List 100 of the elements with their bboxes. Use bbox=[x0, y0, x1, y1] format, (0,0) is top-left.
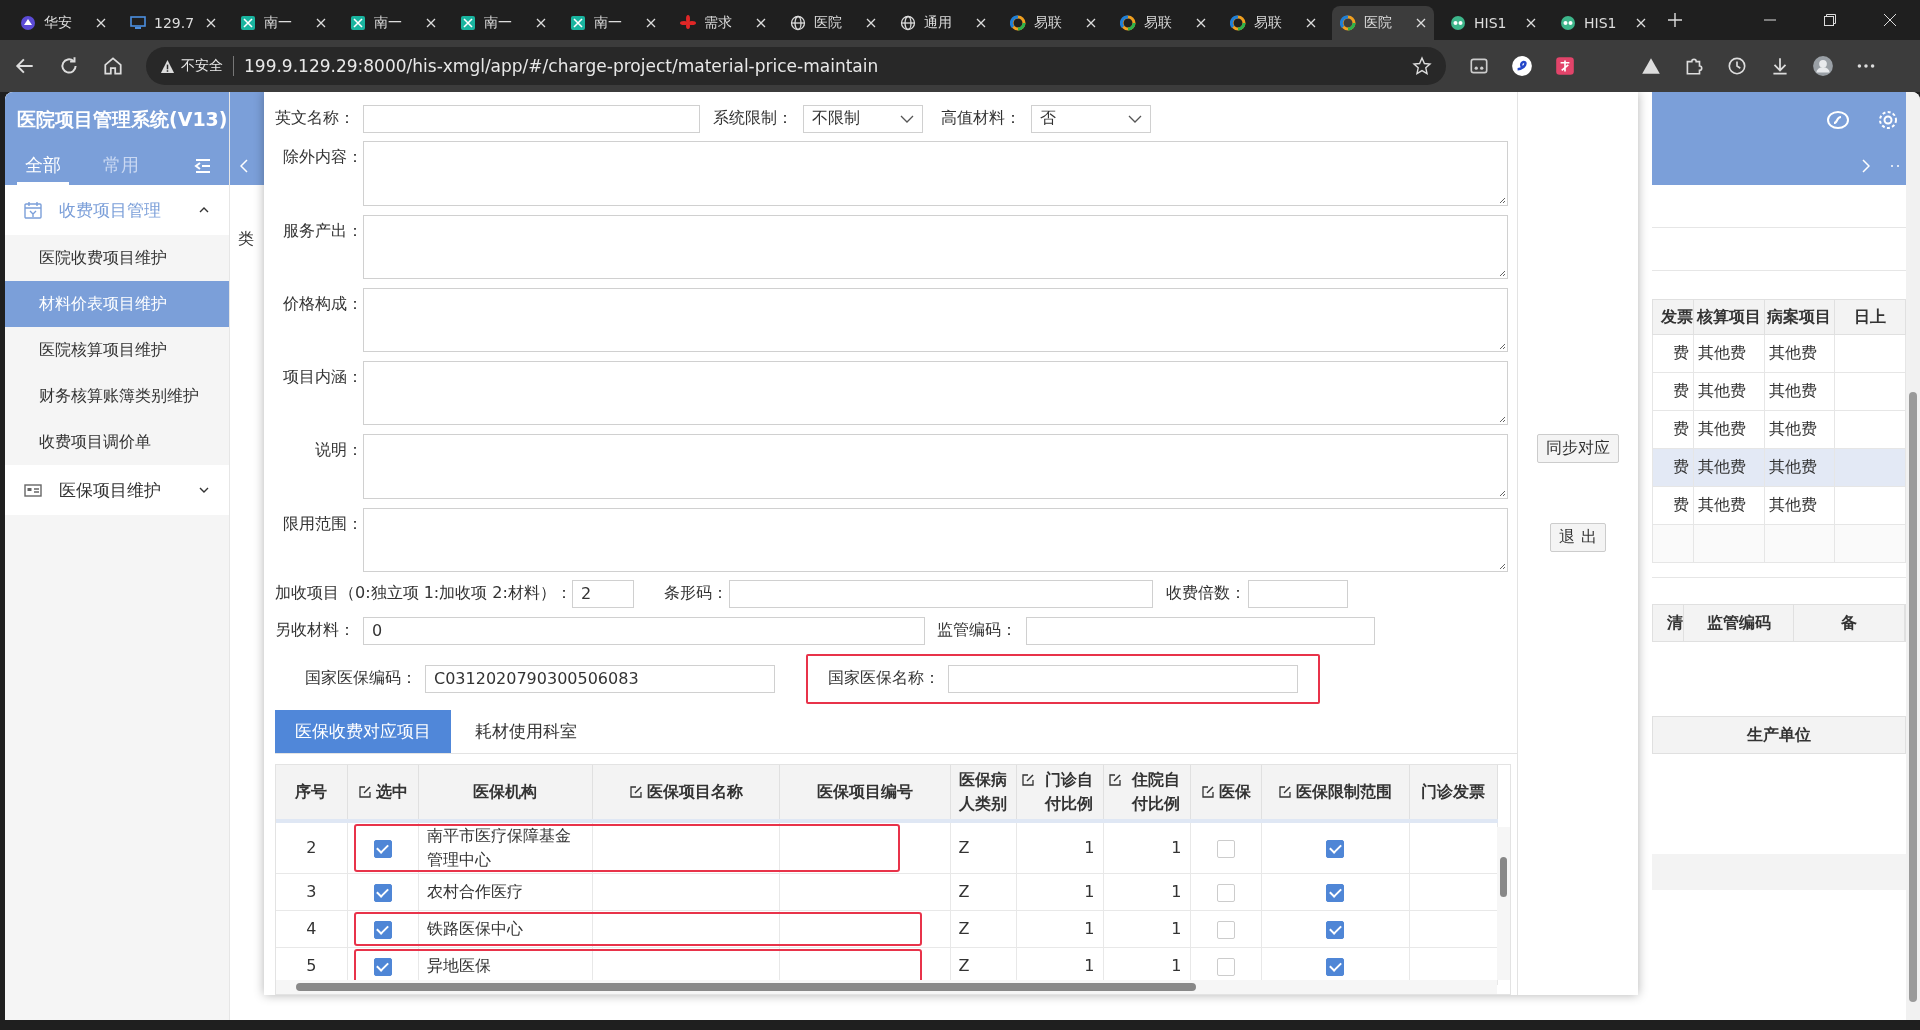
dialog-button[interactable]: 同步对应 bbox=[1537, 434, 1619, 463]
checkbox[interactable] bbox=[373, 883, 392, 902]
menu-group[interactable]: 医保项目维护 bbox=[5, 465, 229, 515]
app-icon bbox=[570, 15, 586, 31]
table-row[interactable]: 费 其他费 其他费 bbox=[1652, 334, 1906, 373]
close-icon[interactable] bbox=[206, 18, 216, 28]
close-icon[interactable] bbox=[1086, 18, 1096, 28]
translate-icon[interactable] bbox=[1554, 55, 1576, 77]
edit-icon bbox=[628, 785, 643, 799]
menu-icon[interactable] bbox=[193, 156, 213, 176]
checkbox[interactable] bbox=[373, 957, 392, 976]
tab[interactable]: 耗材使用科室 bbox=[455, 710, 597, 753]
input-field[interactable]: 0 bbox=[363, 616, 925, 645]
close-icon[interactable] bbox=[1416, 18, 1426, 28]
close-icon[interactable] bbox=[536, 18, 546, 28]
close-icon[interactable] bbox=[1196, 18, 1206, 28]
table-cell: 1 bbox=[1103, 821, 1190, 874]
input-field[interactable]: 2 bbox=[571, 579, 634, 608]
input-field[interactable] bbox=[1026, 616, 1375, 645]
column-header: 核算项目 bbox=[1693, 299, 1765, 335]
dialog-button[interactable]: 退 出 bbox=[1550, 523, 1606, 552]
browser-tab[interactable]: 医院 bbox=[782, 6, 884, 40]
avatar-icon[interactable] bbox=[1812, 55, 1834, 77]
table-row[interactable]: 费 其他费 其他费 bbox=[1652, 372, 1906, 411]
browser-tab[interactable]: 南一 bbox=[232, 6, 334, 40]
close-icon[interactable] bbox=[646, 18, 656, 28]
close-icon[interactable] bbox=[316, 18, 326, 28]
table-cell: 1 bbox=[1016, 873, 1103, 911]
security-label: 不安全 bbox=[181, 57, 223, 75]
checkbox[interactable] bbox=[1326, 883, 1344, 902]
close-icon[interactable] bbox=[1526, 18, 1536, 28]
restore-icon[interactable] bbox=[1824, 14, 1836, 26]
resize-grip-icon[interactable] bbox=[1498, 415, 1506, 424]
resize-grip-icon[interactable] bbox=[1498, 562, 1506, 570]
select-field[interactable]: 否 bbox=[1031, 104, 1151, 133]
checkbox[interactable] bbox=[1326, 957, 1344, 976]
input-field[interactable] bbox=[948, 664, 1298, 693]
tab[interactable]: 医保收费对应项目 bbox=[275, 710, 451, 753]
table-cell: 1 bbox=[1016, 910, 1103, 948]
table-cell: 其他费 bbox=[1764, 410, 1835, 449]
checkbox[interactable] bbox=[1326, 920, 1344, 939]
monitor-icon bbox=[130, 15, 146, 31]
chevron-left-icon[interactable] bbox=[240, 159, 248, 173]
checkbox[interactable] bbox=[1216, 920, 1235, 939]
browser-tab[interactable]: 需求 bbox=[672, 6, 774, 40]
input-field[interactable] bbox=[728, 579, 1153, 608]
star-icon[interactable] bbox=[1412, 56, 1432, 76]
resize-grip-icon[interactable] bbox=[1498, 342, 1506, 351]
close-icon[interactable] bbox=[866, 18, 876, 28]
resize-grip-icon[interactable] bbox=[1498, 195, 1506, 204]
new-tab-icon[interactable] bbox=[1668, 13, 1682, 27]
scrollbar[interactable] bbox=[276, 979, 1497, 994]
table-row[interactable]: 费 其他费 其他费 bbox=[1652, 448, 1906, 487]
extension-icon[interactable] bbox=[1511, 55, 1533, 77]
field-label: 收费倍数： bbox=[1165, 583, 1247, 605]
column-header: 医保机构 bbox=[473, 781, 537, 803]
scrollbar[interactable] bbox=[1497, 827, 1510, 980]
browser-tab[interactable]: 通用 bbox=[892, 6, 994, 40]
checkbox[interactable] bbox=[1216, 839, 1235, 858]
edit-icon bbox=[357, 785, 372, 799]
close-icon[interactable] bbox=[1636, 18, 1646, 28]
browser-tab[interactable]: HIS1 bbox=[1442, 6, 1544, 40]
table-row[interactable]: 费 其他费 其他费 bbox=[1652, 410, 1906, 449]
browser-tab[interactable]: 易联 bbox=[1002, 6, 1104, 40]
checkbox[interactable] bbox=[1216, 957, 1235, 976]
input-field[interactable]: C0312020790300506083 bbox=[425, 664, 775, 693]
close-icon[interactable] bbox=[756, 18, 766, 28]
close-icon[interactable] bbox=[426, 18, 436, 28]
history-icon[interactable] bbox=[1726, 55, 1748, 77]
browser-tab[interactable]: 易联 bbox=[1222, 6, 1324, 40]
browser-tab[interactable]: HIS1 bbox=[1552, 6, 1654, 40]
chevron-right-icon[interactable] bbox=[1862, 159, 1870, 173]
browser-tab[interactable]: 南一 bbox=[342, 6, 444, 40]
home-icon[interactable] bbox=[102, 55, 124, 77]
close-icon[interactable] bbox=[1306, 18, 1316, 28]
ring-icon bbox=[1120, 15, 1136, 31]
table-cell: 4 bbox=[276, 910, 347, 948]
resize-grip-icon[interactable] bbox=[1498, 268, 1506, 277]
table-cell: 其他费 bbox=[1693, 486, 1765, 525]
input-field[interactable] bbox=[1247, 579, 1348, 608]
checkbox[interactable] bbox=[1216, 883, 1235, 902]
browser-tab[interactable]: 南一 bbox=[452, 6, 554, 40]
table-row[interactable]: 费 其他费 其他费 bbox=[1652, 486, 1906, 525]
checkbox[interactable] bbox=[373, 920, 392, 939]
scrollbar[interactable] bbox=[1906, 92, 1920, 1020]
browser-tab[interactable]: 医院 bbox=[1332, 6, 1434, 40]
checkbox[interactable] bbox=[373, 839, 392, 858]
browser-tab[interactable]: 南一 bbox=[562, 6, 664, 40]
checkbox[interactable] bbox=[1326, 839, 1344, 858]
close-icon[interactable] bbox=[976, 18, 986, 28]
select-field[interactable]: 不限制 bbox=[803, 104, 923, 133]
address-bar[interactable]: 不安全 199.9.129.29:8000/his-xmgl/app/#/charge-project/material-price-maintain bbox=[146, 47, 1446, 85]
resize-grip-icon[interactable] bbox=[1498, 488, 1506, 497]
browser-tab[interactable]: 129.7 bbox=[122, 6, 224, 40]
column-header: 序号 bbox=[295, 781, 328, 803]
close-icon[interactable] bbox=[1884, 14, 1896, 26]
input-field[interactable] bbox=[363, 104, 700, 133]
close-icon[interactable] bbox=[96, 18, 106, 28]
browser-tab[interactable]: 易联 bbox=[1112, 6, 1214, 40]
browser-tab[interactable]: 华安 bbox=[12, 6, 114, 40]
